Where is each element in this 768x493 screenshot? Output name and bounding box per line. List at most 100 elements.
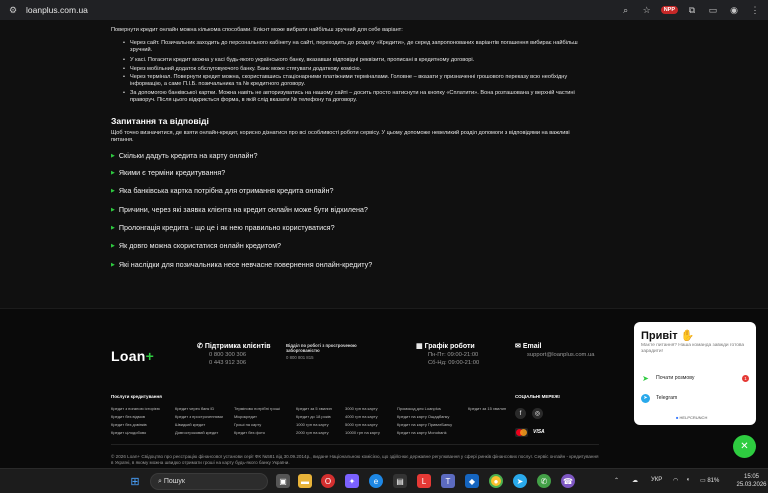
app-l-icon[interactable]: L <box>417 474 431 488</box>
cloud-icon[interactable]: ☁ <box>632 477 638 484</box>
unread-badge: 1 <box>742 374 749 382</box>
repay-bullet: Через мобільний додаток обслуговуючого б… <box>123 66 600 73</box>
repay-bullet: За допомогою банківської картки. Можна н… <box>123 90 600 104</box>
faq-item[interactable]: ▶ Причини, через які заявка клієнта на кр… <box>111 205 368 214</box>
footer-service-link[interactable]: Кредит з поганою історією <box>111 406 160 411</box>
faq-item[interactable]: ▶ Пролонгація кредита - що це і як нею пр… <box>111 223 335 232</box>
triangle-right-icon: ▶ <box>111 169 115 176</box>
viber-icon[interactable]: ✆ <box>537 474 551 488</box>
faq-intro: Щоб точно визначитися, де взяти онлайн-к… <box>111 130 570 143</box>
footer-service-link[interactable]: Кредит цілодобово <box>111 430 146 435</box>
extension-badge[interactable]: NPP <box>660 6 678 14</box>
telegram-icon: ➤ <box>641 393 650 403</box>
mastercard-icon <box>515 428 528 437</box>
windows-taskbar: ⊞ ⌕ Пошук ▣ ▬ O ✦ e ▤ L T ◆ ● ➤ ✆ ☎ ⌃ ☁ … <box>0 468 768 493</box>
footer-service-link[interactable]: Кредит з простроченнями <box>175 414 223 419</box>
telegram-taskbar-icon[interactable]: ➤ <box>513 474 527 488</box>
footer-service-link[interactable]: Кредит на карту Monobank <box>397 430 447 435</box>
address-bar[interactable]: loanplus.com.ua <box>26 5 88 15</box>
footer-service-link[interactable]: 4000 грн на карту <box>345 414 378 419</box>
battery-icon: ▭ <box>700 478 706 484</box>
faq-item[interactable]: ▶ Як довго можна скористатися онлайн кред… <box>111 241 281 250</box>
phone-icon: ✆ <box>197 343 203 350</box>
file-explorer-icon[interactable]: ▬ <box>298 474 312 488</box>
widget-title: Привіт ✋ <box>641 330 695 342</box>
site-info-icon[interactable]: ⚙ <box>6 5 20 16</box>
footer-service-link[interactable]: Довгостроковий кредит <box>175 430 218 435</box>
footer-logo[interactable]: Loan+ <box>111 348 154 364</box>
calendar-icon: ▦ <box>416 343 423 350</box>
footer-service-link[interactable]: Кредит на карту ПриватБанку <box>397 422 452 427</box>
taskbar-clock[interactable]: 15:05 25.03.2026 <box>735 473 768 489</box>
chevron-up-icon[interactable]: ⌃ <box>614 477 619 484</box>
facebook-icon[interactable]: f <box>515 408 526 419</box>
footer-service-link[interactable]: Промокод для Loanplus <box>397 406 441 411</box>
footer-service-link[interactable]: Кредит без відмов <box>111 414 145 419</box>
footer-service-link[interactable]: Швидкий кредит <box>175 422 205 427</box>
repay-bullet: Через сайт. Позичальник заходить до перс… <box>123 40 600 54</box>
taskbar-search[interactable]: ⌕ Пошук <box>150 473 268 490</box>
footer-service-link[interactable]: Кредит без дзвінків <box>111 422 147 427</box>
volume-icon[interactable]: ◖ <box>686 477 690 483</box>
copilot-icon[interactable]: ✦ <box>345 474 359 488</box>
teams-icon[interactable]: T <box>441 474 455 488</box>
browser-toolbar: ⚙ loanplus.com.ua ⌕ ☆ NPP ⧉ ▭ ◉ ⋮ <box>0 0 768 20</box>
footer-service-link[interactable]: Кредит на карту Ощадбанку <box>397 414 449 419</box>
services-heading: Послуги кредитування <box>111 394 162 399</box>
edge-icon[interactable]: e <box>369 474 383 488</box>
telegram-button[interactable]: ➤ Telegram <box>641 391 749 405</box>
helpcrunch-icon: ■ <box>676 415 679 420</box>
support-block: ✆ Підтримка клієнтів 0 800 300 306 0 443… <box>197 342 271 366</box>
menu-icon[interactable]: ⋮ <box>748 5 762 16</box>
chat-widget: Привіт ✋ Маєте питання? Наша команда зав… <box>634 322 756 425</box>
start-chat-button[interactable]: ➤ Почати розмову 1 <box>641 371 749 385</box>
footer-service-link[interactable]: Кредит через банк ID <box>175 406 214 411</box>
opera-icon[interactable]: O <box>321 474 335 488</box>
support-phone[interactable]: 0 800 300 306 <box>209 352 271 358</box>
footer-service-link[interactable]: 2000 грн на карту <box>296 430 329 435</box>
triangle-right-icon: ▶ <box>111 206 115 213</box>
footer-service-link[interactable]: Мікрокредит <box>234 414 257 419</box>
store-icon[interactable]: ▤ <box>393 474 407 488</box>
faq-item[interactable]: ▶ Якими є терміни кредитування? <box>111 168 225 177</box>
chat-toggle-button[interactable]: ✕ <box>733 435 756 458</box>
faq-item[interactable]: ▶ Яка банківська картка потрібна для отри… <box>111 186 334 195</box>
mail-icon: ✉ <box>515 343 521 350</box>
footer-service-link[interactable]: Кредит за 15 хвилин <box>468 406 506 411</box>
windows-start-icon[interactable]: ⊞ <box>128 474 142 488</box>
footer-service-link[interactable]: Кредит за 5 хвилин <box>296 406 332 411</box>
repay-bullet: У касі. Погасити кредит можна у касі буд… <box>123 57 600 64</box>
footer-service-link[interactable]: Кредит без фото <box>234 430 265 435</box>
sidebar-icon[interactable]: ▭ <box>706 5 720 16</box>
battery-indicator[interactable]: ▭ 81% <box>700 477 719 484</box>
chrome-icon[interactable]: ● <box>489 474 503 488</box>
profile-icon[interactable]: ◉ <box>727 5 741 16</box>
footer-service-link[interactable]: Кредит до 18 років <box>296 414 331 419</box>
task-view-icon[interactable]: ▣ <box>276 474 290 488</box>
email-link[interactable]: support@loanplus.com.ua <box>527 352 594 358</box>
visa-icon: VISA <box>533 429 545 435</box>
phone-app-icon[interactable]: ☎ <box>561 474 575 488</box>
support-phone[interactable]: 0 443 912 306 <box>209 360 271 366</box>
footer-service-link[interactable]: 3000 грн на карту <box>345 406 378 411</box>
faq-item[interactable]: ▶ Які наслідки для позичальника несе невч… <box>111 260 372 269</box>
footer-service-link[interactable]: 1000 грн на карту <box>296 422 329 427</box>
footer-service-link[interactable]: 10000 грн на карту <box>345 430 380 435</box>
wifi-icon[interactable]: ◠ <box>673 477 678 484</box>
footer-service-link[interactable]: Гроші на карту <box>234 422 261 427</box>
instagram-icon[interactable]: ◎ <box>532 408 543 419</box>
extensions-icon[interactable]: ⧉ <box>685 5 699 16</box>
zoom-icon[interactable]: ⌕ <box>619 5 633 16</box>
faq-item[interactable]: ▶ Скільки дадуть кредита на карту онлайн? <box>111 151 258 160</box>
widget-subtitle: Маєте питання? Наша команда завжди готов… <box>641 343 745 354</box>
bookmark-star-icon[interactable]: ☆ <box>640 5 654 16</box>
triangle-right-icon: ▶ <box>111 224 115 231</box>
footer-service-link[interactable]: 5000 грн на карту <box>345 422 378 427</box>
repay-bullet: Через термінал. Повернути кредит можна, … <box>123 74 600 88</box>
language-indicator[interactable]: УКР <box>651 477 662 483</box>
faq-heading: Запитання та відповіді <box>111 116 209 126</box>
footer-service-link[interactable]: Терміново потрібні гроші <box>234 406 280 411</box>
dept-phone[interactable]: 0 800 801 815 <box>286 355 313 360</box>
dropbox-icon[interactable]: ◆ <box>465 474 479 488</box>
triangle-right-icon: ▶ <box>111 242 115 249</box>
